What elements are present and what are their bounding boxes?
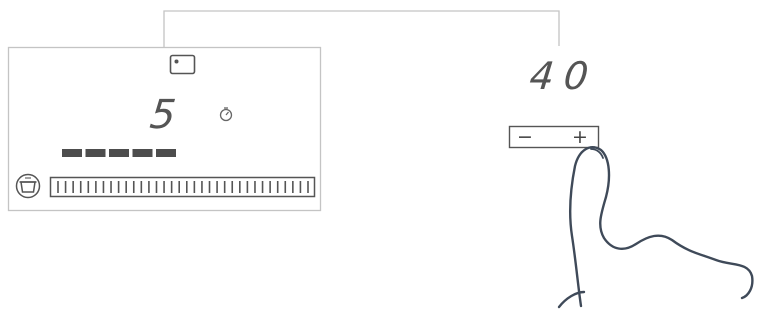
timer-display: 40 xyxy=(528,54,601,98)
power-bar xyxy=(85,149,106,157)
power-bar xyxy=(132,149,153,157)
slider-frame[interactable] xyxy=(49,176,316,198)
cooktop-timer-diagram: 5 40 − + xyxy=(7,10,754,309)
connector-line xyxy=(163,10,560,47)
power-bar xyxy=(109,149,129,157)
power-level-bars xyxy=(62,149,176,157)
power-bar xyxy=(62,149,82,157)
minus-button[interactable]: − xyxy=(517,126,533,148)
timer-digits: 40 xyxy=(528,54,601,98)
power-level-digit: 5 xyxy=(148,92,178,138)
plus-button[interactable]: + xyxy=(572,126,588,148)
timer-adjust-control[interactable]: − + xyxy=(508,125,600,149)
power-bar xyxy=(156,149,176,157)
pointing-hand-icon xyxy=(557,146,754,309)
control-panel: 5 xyxy=(7,46,322,212)
power-slider[interactable] xyxy=(49,176,316,198)
